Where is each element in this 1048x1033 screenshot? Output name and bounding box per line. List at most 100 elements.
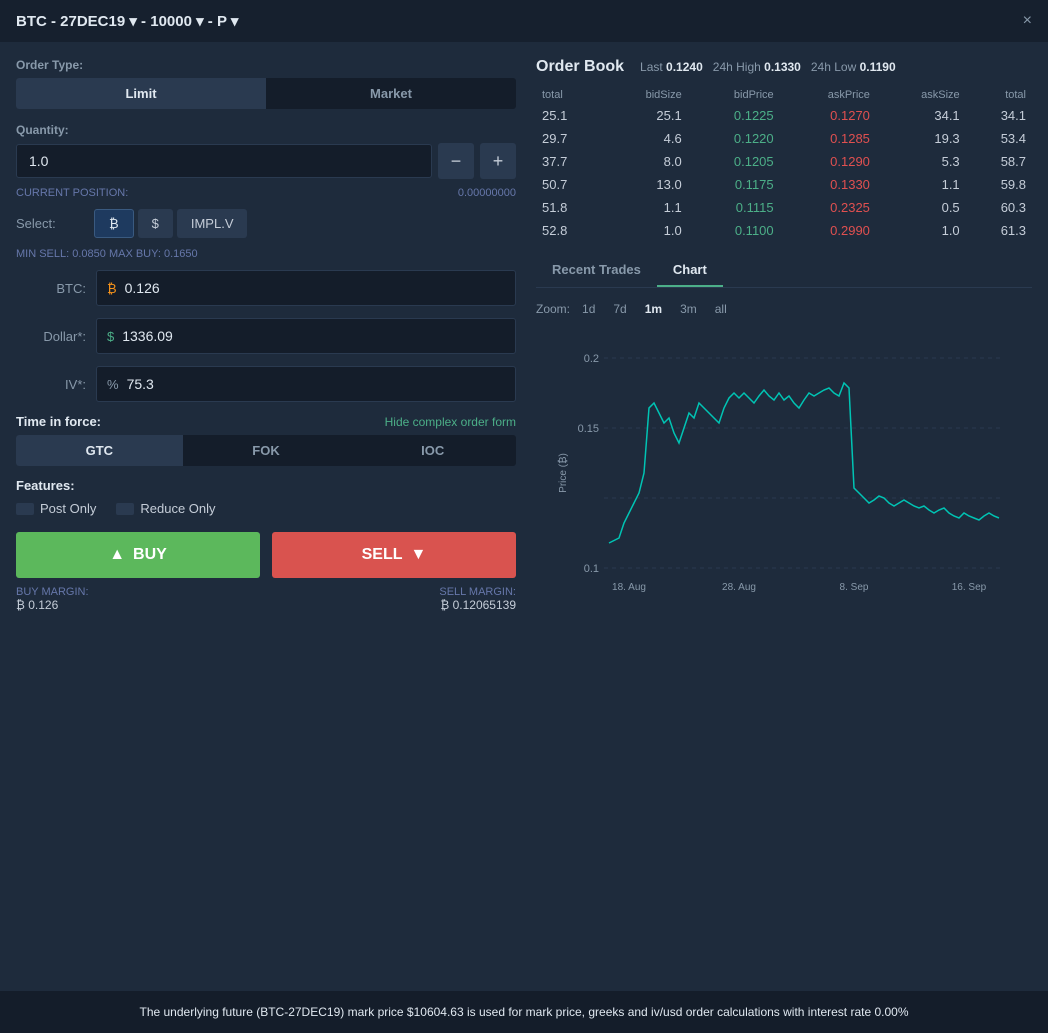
buy-margin-value: ₿ 0.126	[16, 598, 89, 612]
cell-total2: 61.3	[966, 219, 1032, 242]
cell-bidprice: 0.1175	[688, 173, 780, 196]
cell-bidprice: 0.1220	[688, 127, 780, 150]
table-row[interactable]: 29.7 4.6 0.1220 0.1285 19.3 53.4	[536, 127, 1032, 150]
cell-bidprice: 0.1225	[688, 104, 780, 127]
table-row[interactable]: 37.7 8.0 0.1205 0.1290 5.3 58.7	[536, 150, 1032, 173]
time-in-force-section: Time in force: Hide complex order form G…	[16, 414, 516, 466]
cell-bidprice: 0.1205	[688, 150, 780, 173]
dollar-icon: $	[107, 329, 114, 344]
current-position-label: CURRENT POSITION:	[16, 187, 128, 199]
cell-total1: 37.7	[536, 150, 602, 173]
select-buttons: ₿ $ IMPL.V	[94, 209, 247, 238]
window-title: BTC - 27DEC19 ▾ - 10000 ▾ - P ▾	[16, 12, 238, 30]
cell-bidsize: 1.1	[602, 196, 687, 219]
tif-label: Time in force:	[16, 414, 101, 429]
order-book-header: Order Book Last 0.1240 24h High 0.1330 2…	[536, 58, 1032, 76]
zoom-7d-button[interactable]: 7d	[607, 300, 632, 318]
tab-recent-trades[interactable]: Recent Trades	[536, 254, 657, 287]
tab-chart[interactable]: Chart	[657, 254, 723, 287]
qty-minus-button[interactable]: −	[438, 143, 474, 179]
zoom-all-button[interactable]: all	[709, 300, 733, 318]
table-row[interactable]: 50.7 13.0 0.1175 0.1330 1.1 59.8	[536, 173, 1032, 196]
sell-label: SELL	[362, 546, 403, 564]
col-askprice: askPrice	[780, 86, 876, 104]
post-only-label: Post Only	[40, 501, 96, 516]
svg-text:8. Sep: 8. Sep	[840, 582, 869, 593]
zoom-1d-button[interactable]: 1d	[576, 300, 601, 318]
select-dollar-button[interactable]: $	[138, 209, 173, 238]
order-book-table: total bidSize bidPrice askPrice askSize …	[536, 86, 1032, 242]
sell-button[interactable]: SELL ▼	[272, 532, 516, 578]
btc-field-row: BTC: ₿	[16, 270, 516, 306]
left-panel: Order Type: Limit Market Quantity: − + C…	[16, 58, 516, 612]
hide-complex-link[interactable]: Hide complex order form	[385, 415, 516, 429]
last-value: 0.1240	[666, 60, 703, 74]
col-asksize: askSize	[876, 86, 966, 104]
content-area: Order Type: Limit Market Quantity: − + C…	[0, 42, 1048, 628]
low-value: 0.1190	[860, 60, 896, 74]
zoom-label: Zoom:	[536, 302, 570, 316]
iv-input[interactable]	[127, 376, 505, 392]
cell-total2: 58.7	[966, 150, 1032, 173]
current-position-row: CURRENT POSITION: 0.00000000	[16, 187, 516, 199]
zoom-3m-button[interactable]: 3m	[674, 300, 703, 318]
dollar-input-wrap: $	[96, 318, 516, 354]
high-label: 24h High	[713, 60, 761, 74]
current-position-value: 0.00000000	[458, 187, 516, 199]
svg-text:0.2: 0.2	[584, 353, 599, 365]
dollar-label: Dollar*:	[16, 329, 86, 344]
cell-asksize: 1.1	[876, 173, 966, 196]
tif-gtc-button[interactable]: GTC	[16, 435, 183, 466]
buy-margin-section: BUY MARGIN: ₿ 0.126	[16, 586, 89, 612]
cell-askprice: 0.1290	[780, 150, 876, 173]
zoom-1m-button[interactable]: 1m	[639, 300, 668, 318]
pct-icon: %	[107, 377, 119, 392]
col-bidsize: bidSize	[602, 86, 687, 104]
dollar-input[interactable]	[122, 328, 505, 344]
cell-asksize: 19.3	[876, 127, 966, 150]
qty-plus-button[interactable]: +	[480, 143, 516, 179]
reduce-only-toggle	[116, 503, 134, 515]
cell-askprice: 0.1330	[780, 173, 876, 196]
buy-label: BUY	[133, 546, 167, 564]
chart-area: 0.2 0.15 0.1 Price (₿) 18. Aug 28. Aug 8…	[536, 328, 1032, 608]
select-label: Select:	[16, 216, 86, 231]
cell-asksize: 34.1	[876, 104, 966, 127]
low-label: 24h Low	[811, 60, 856, 74]
cell-askprice: 0.2325	[780, 196, 876, 219]
table-row[interactable]: 51.8 1.1 0.1115 0.2325 0.5 60.3	[536, 196, 1032, 219]
cell-total2: 34.1	[966, 104, 1032, 127]
tif-fok-button[interactable]: FOK	[183, 435, 350, 466]
tab-limit[interactable]: Limit	[16, 78, 266, 109]
post-only-checkbox[interactable]: Post Only	[16, 501, 96, 516]
btc-label: BTC:	[16, 281, 86, 296]
tab-market[interactable]: Market	[266, 78, 516, 109]
reduce-only-checkbox[interactable]: Reduce Only	[116, 501, 215, 516]
cell-bidsize: 25.1	[602, 104, 687, 127]
col-total1: total	[536, 86, 602, 104]
quantity-input[interactable]	[16, 144, 432, 178]
iv-label: IV*:	[16, 377, 86, 392]
cell-bidsize: 8.0	[602, 150, 687, 173]
cell-total1: 29.7	[536, 127, 602, 150]
buy-sell-row: ▲ BUY SELL ▼	[16, 532, 516, 578]
buy-margin-label: BUY MARGIN:	[16, 586, 89, 598]
select-implv-button[interactable]: IMPL.V	[177, 209, 248, 238]
close-button[interactable]: ×	[1023, 12, 1032, 30]
order-type-section: Order Type: Limit Market	[16, 58, 516, 109]
col-total2: total	[966, 86, 1032, 104]
table-row[interactable]: 25.1 25.1 0.1225 0.1270 34.1 34.1	[536, 104, 1032, 127]
svg-text:16. Sep: 16. Sep	[952, 582, 987, 593]
btc-input[interactable]	[125, 280, 505, 296]
order-type-label: Order Type:	[16, 58, 516, 72]
last-label: Last	[640, 60, 663, 74]
cell-total1: 25.1	[536, 104, 602, 127]
tif-ioc-button[interactable]: IOC	[349, 435, 516, 466]
select-btc-button[interactable]: ₿	[94, 209, 134, 238]
btc-input-wrap: ₿	[96, 270, 516, 306]
cell-total2: 59.8	[966, 173, 1032, 196]
table-row[interactable]: 52.8 1.0 0.1100 0.2990 1.0 61.3	[536, 219, 1032, 242]
order-book-title: Order Book	[536, 58, 624, 76]
buy-button[interactable]: ▲ BUY	[16, 532, 260, 578]
features-label: Features:	[16, 478, 516, 493]
